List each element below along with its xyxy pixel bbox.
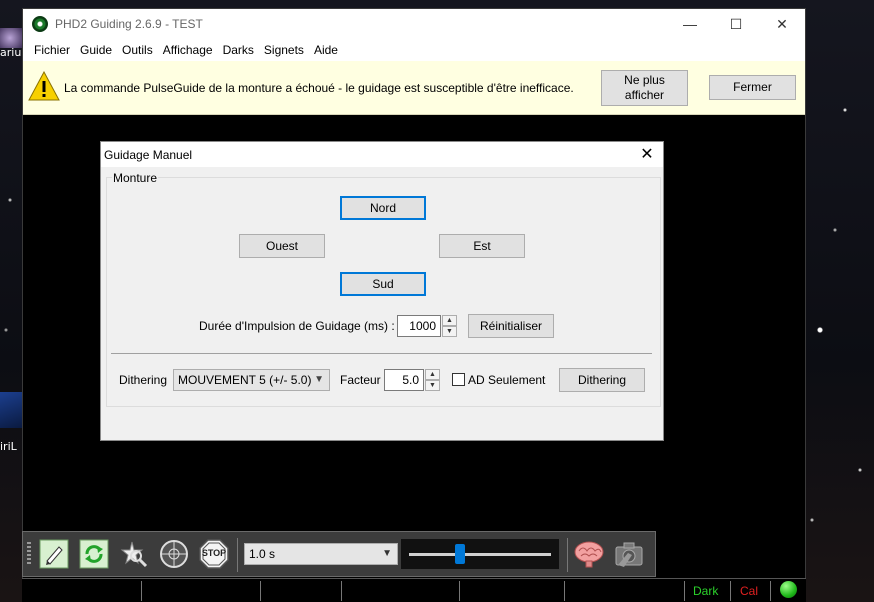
menu-bar: Fichier Guide Outils Affichage Darks Sig… — [23, 39, 805, 61]
factor-label: Facteur — [340, 373, 381, 387]
info-bar: La commande PulseGuide de la monture a é… — [23, 61, 805, 115]
stepper-up-icon[interactable]: ▲ — [442, 315, 457, 326]
brain-icon[interactable] — [573, 538, 605, 570]
app-icon — [32, 16, 48, 32]
status-separator — [564, 581, 565, 601]
title-bar[interactable]: PHD2 Guiding 2.6.9 - TEST — ☐ ✕ — [23, 9, 805, 39]
pulse-duration-stepper[interactable]: ▲ ▼ — [442, 315, 457, 337]
menu-fichier[interactable]: Fichier — [29, 43, 75, 57]
dont-show-line1: Ne plus — [624, 73, 665, 87]
window-title: PHD2 Guiding 2.6.9 - TEST — [55, 17, 203, 31]
dont-show-again-button[interactable]: Ne plus afficher — [601, 70, 688, 106]
desktop-icon-label: iriL — [0, 440, 17, 453]
camera-settings-icon[interactable] — [613, 538, 645, 570]
menu-signets[interactable]: Signets — [259, 43, 309, 57]
ra-only-label: AD Seulement — [468, 373, 546, 387]
east-button[interactable]: Est — [439, 234, 525, 258]
close-window-button[interactable]: ✕ — [759, 9, 805, 39]
status-separator — [141, 581, 142, 601]
stepper-down-icon[interactable]: ▼ — [442, 326, 457, 337]
factor-stepper[interactable]: ▲ ▼ — [425, 369, 440, 391]
stop-label: STOP — [201, 548, 227, 558]
exposure-value: 1.0 s — [249, 547, 276, 561]
info-message: La commande PulseGuide de la monture a é… — [64, 81, 574, 95]
loop-icon[interactable] — [38, 538, 70, 570]
dithering-button[interactable]: Dithering — [559, 368, 645, 392]
slider-track — [409, 553, 551, 556]
factor-input[interactable]: 5.0 — [384, 369, 424, 391]
manual-guide-dialog: Guidage Manuel ✕ Monture Nord Ouest Est … — [100, 141, 664, 441]
pulse-duration-input[interactable]: 1000 — [397, 315, 441, 337]
desktop-icon-label: ariu — [0, 46, 22, 59]
chevron-down-icon: ▼ — [314, 374, 324, 385]
dialog-title: Guidage Manuel — [104, 147, 193, 162]
status-separator — [459, 581, 460, 601]
menu-guide[interactable]: Guide — [75, 43, 117, 57]
connection-status-led — [780, 581, 797, 598]
dithering-mode-select[interactable]: MOUVEMENT 5 (+/- 5.0) ▼ — [173, 369, 330, 391]
toolbar-separator — [567, 538, 568, 572]
menu-darks[interactable]: Darks — [218, 43, 259, 57]
dark-status: Dark — [693, 584, 719, 598]
dithering-label: Dithering — [119, 373, 168, 387]
refresh-icon[interactable] — [78, 538, 110, 570]
separator — [111, 353, 652, 354]
status-separator — [684, 581, 685, 601]
desktop-app-icon[interactable] — [0, 28, 22, 48]
status-separator — [730, 581, 731, 601]
menu-outils[interactable]: Outils — [117, 43, 158, 57]
target-icon[interactable] — [158, 538, 190, 570]
status-separator — [770, 581, 771, 601]
warning-icon — [28, 71, 60, 101]
stepper-up-icon[interactable]: ▲ — [425, 369, 440, 380]
ra-only-checkbox[interactable] — [452, 373, 465, 386]
south-button[interactable]: Sud — [340, 272, 426, 296]
close-infobar-button[interactable]: Fermer — [709, 75, 796, 100]
status-bar: Dark Cal — [22, 578, 806, 602]
reset-button[interactable]: Réinitialiser — [468, 314, 554, 338]
chevron-down-icon: ▼ — [382, 548, 392, 559]
toolbar-grip[interactable] — [27, 542, 31, 566]
minimize-button[interactable]: — — [667, 9, 713, 39]
north-button[interactable]: Nord — [340, 196, 426, 220]
dithering-mode-value: MOUVEMENT 5 (+/- 5.0) — [178, 373, 312, 387]
stop-icon[interactable]: STOP — [198, 538, 230, 570]
slider-thumb[interactable] — [455, 544, 466, 564]
west-button[interactable]: Ouest — [239, 234, 325, 258]
status-separator — [260, 581, 261, 601]
menu-affichage[interactable]: Affichage — [158, 43, 218, 57]
dialog-title-bar[interactable]: Guidage Manuel ✕ — [101, 142, 663, 167]
calibration-status: Cal — [740, 584, 759, 598]
dialog-close-icon[interactable]: ✕ — [637, 144, 657, 164]
desktop-siril-icon[interactable] — [0, 392, 22, 428]
star-select-icon[interactable] — [118, 538, 150, 570]
status-separator — [341, 581, 342, 601]
maximize-button[interactable]: ☐ — [713, 9, 759, 39]
mount-group-label: Monture — [112, 171, 159, 185]
toolbar: STOP 1.0 s ▼ — [22, 531, 656, 577]
dont-show-line2: afficher — [624, 88, 665, 102]
toolbar-separator — [237, 538, 238, 572]
menu-aide[interactable]: Aide — [309, 43, 343, 57]
gamma-slider[interactable] — [401, 539, 559, 569]
stepper-down-icon[interactable]: ▼ — [425, 380, 440, 391]
exposure-select[interactable]: 1.0 s ▼ — [244, 543, 398, 565]
pulse-duration-label: Durée d'Impulsion de Guidage (ms) : — [199, 319, 395, 333]
